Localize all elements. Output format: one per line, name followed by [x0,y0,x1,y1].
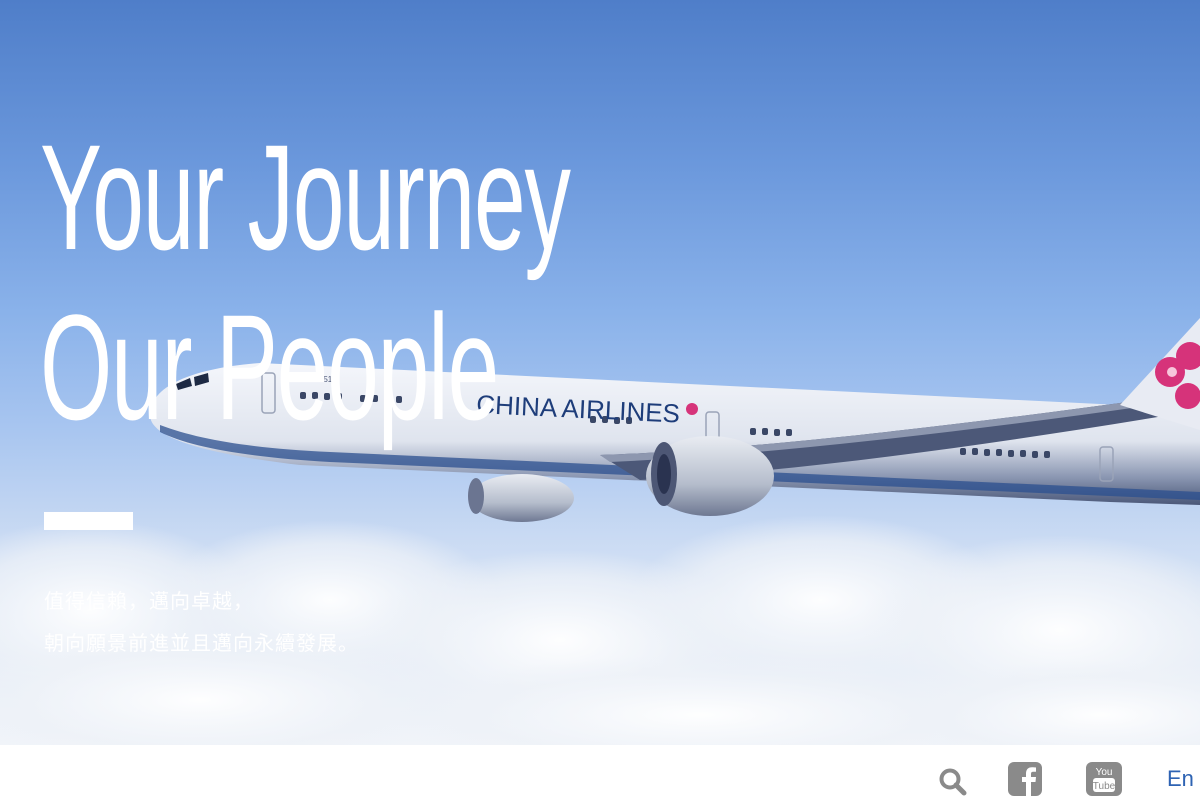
headline-line-1: Your Journey [40,113,571,281]
youtube-icon-text-tube: Tube [1093,781,1116,792]
hero-tagline: 值得信賴，邁向卓越， 朝向願景前進並且邁向永續發展。 [44,580,359,664]
youtube-icon-text-you: You [1096,767,1113,778]
hero-headline: Your Journey Our People [40,112,571,452]
facebook-link[interactable] [1008,762,1042,796]
headline-line-2: Our People [40,283,499,451]
youtube-link[interactable]: You Tube [1086,762,1122,796]
hero-banner: CHINA AIRLINES B-18051 Your Journey Our [0,0,1200,745]
accent-bar [44,512,133,530]
tagline-line-2: 朝向願景前進並且邁向永續發展。 [44,631,359,655]
search-icon [939,768,967,796]
youtube-icon: You Tube [1086,762,1122,796]
search-button[interactable] [938,767,968,797]
facebook-icon [1008,762,1042,796]
tagline-line-1: 值得信賴，邁向卓越， [44,589,254,613]
language-switch-link[interactable]: En [1167,766,1194,792]
